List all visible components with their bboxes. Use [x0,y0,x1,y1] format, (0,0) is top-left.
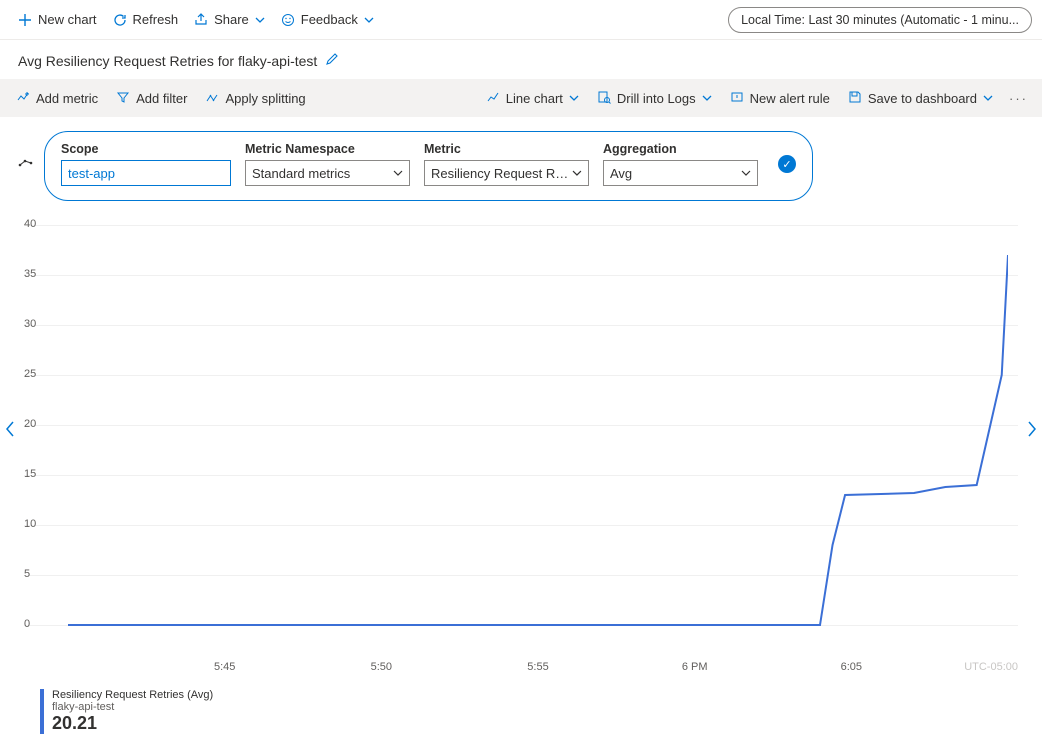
y-tick-label: 30 [24,318,36,330]
chevron-down-icon [393,168,403,178]
chevron-down-icon [741,168,751,178]
namespace-label: Metric Namespace [245,142,410,156]
alert-icon [730,90,744,104]
scope-selector[interactable]: test-app [61,160,231,186]
x-tick-label: 5:45 [214,661,235,673]
legend-value: 20.21 [52,713,213,734]
refresh-icon [113,13,127,27]
save-icon [848,90,862,104]
new-chart-button[interactable]: New chart [10,8,105,31]
legend-resource-name: flaky-api-test [52,701,213,713]
aggregation-selector[interactable]: Avg [603,160,758,186]
share-button[interactable]: Share [186,8,273,31]
add-metric-label: Add metric [36,91,98,106]
x-tick-label: 6 PM [682,661,708,673]
series-line [68,255,1008,625]
line-chart-label: Line chart [506,91,563,106]
chevron-down-icon [983,93,993,103]
prev-chart-button[interactable] [4,420,16,443]
feedback-button[interactable]: Feedback [273,8,382,31]
refresh-button[interactable]: Refresh [105,8,187,31]
chevron-down-icon [255,15,265,25]
filter-icon [116,90,130,104]
chart-area[interactable]: 0510152025303540 5:455:505:556 PM6:05 UT… [24,225,1018,655]
y-tick-label: 10 [24,518,36,530]
y-tick-label: 25 [24,368,36,380]
chart-action-bar: Add metric Add filter Apply splitting Li… [0,79,1042,117]
line-chart-button[interactable]: Line chart [478,86,587,111]
edit-title-button[interactable] [325,52,339,69]
chevron-down-icon [364,15,374,25]
pencil-icon [325,52,339,66]
more-actions-button[interactable]: ··· [1003,91,1034,106]
namespace-selector[interactable]: Standard metrics [245,160,410,186]
chart-title: Avg Resiliency Request Retries for flaky… [18,53,317,69]
next-chart-button[interactable] [1026,420,1038,443]
smiley-icon [281,13,295,27]
drill-logs-label: Drill into Logs [617,91,696,106]
time-range-label: Local Time: Last 30 minutes (Automatic -… [741,13,1019,27]
metric-value: Resiliency Request Re... [431,166,572,181]
timezone-label: UTC-05:00 [964,661,1018,673]
aggregation-label: Aggregation [603,142,758,156]
metric-picker-row: Scope test-app Metric Namespace Standard… [0,117,1042,205]
confirm-icon[interactable]: ✓ [778,155,796,173]
line-chart-icon [486,90,500,104]
scope-label: Scope [61,142,231,156]
chart-legend[interactable]: Resiliency Request Retries (Avg) flaky-a… [40,689,1018,734]
y-tick-label: 20 [24,418,36,430]
add-filter-button[interactable]: Add filter [108,86,195,111]
drill-logs-button[interactable]: Drill into Logs [589,86,720,111]
chevron-left-icon [4,420,16,438]
new-chart-label: New chart [38,12,97,27]
add-metric-button[interactable]: Add metric [8,86,106,111]
metric-label: Metric [424,142,589,156]
y-tick-label: 5 [24,568,30,580]
refresh-label: Refresh [133,12,179,27]
namespace-value: Standard metrics [252,166,350,181]
save-dashboard-button[interactable]: Save to dashboard [840,86,1001,111]
y-tick-label: 15 [24,468,36,480]
share-icon [194,13,208,27]
x-tick-label: 5:50 [371,661,392,673]
chevron-down-icon [702,93,712,103]
add-filter-label: Add filter [136,91,187,106]
apply-splitting-button[interactable]: Apply splitting [197,86,313,111]
chart-title-row: Avg Resiliency Request Retries for flaky… [0,40,1042,79]
metric-picker-pill: Scope test-app Metric Namespace Standard… [44,131,813,201]
chevron-down-icon [569,93,579,103]
y-tick-label: 40 [24,218,36,230]
save-dashboard-label: Save to dashboard [868,91,977,106]
legend-series-name: Resiliency Request Retries (Avg) [52,689,213,701]
time-range-pill[interactable]: Local Time: Last 30 minutes (Automatic -… [728,7,1032,33]
chevron-down-icon [572,168,582,178]
chevron-right-icon [1026,420,1038,438]
new-alert-button[interactable]: New alert rule [722,86,838,111]
split-icon [205,90,219,104]
x-tick-label: 6:05 [841,661,862,673]
add-metric-icon [16,90,30,104]
aggregation-value: Avg [610,166,632,181]
scope-value: test-app [68,166,115,181]
plus-icon [18,13,32,27]
share-label: Share [214,12,249,27]
legend-color-bar [40,689,44,734]
series-color-icon [18,131,34,170]
metric-selector[interactable]: Resiliency Request Re... [424,160,589,186]
feedback-label: Feedback [301,12,358,27]
new-alert-label: New alert rule [750,91,830,106]
apply-splitting-label: Apply splitting [225,91,305,106]
logs-icon [597,90,611,104]
top-toolbar: New chart Refresh Share Feedback Local T… [0,0,1042,40]
y-tick-label: 0 [24,618,30,630]
y-tick-label: 35 [24,268,36,280]
chart-plot [68,225,1008,629]
x-tick-label: 5:55 [527,661,548,673]
